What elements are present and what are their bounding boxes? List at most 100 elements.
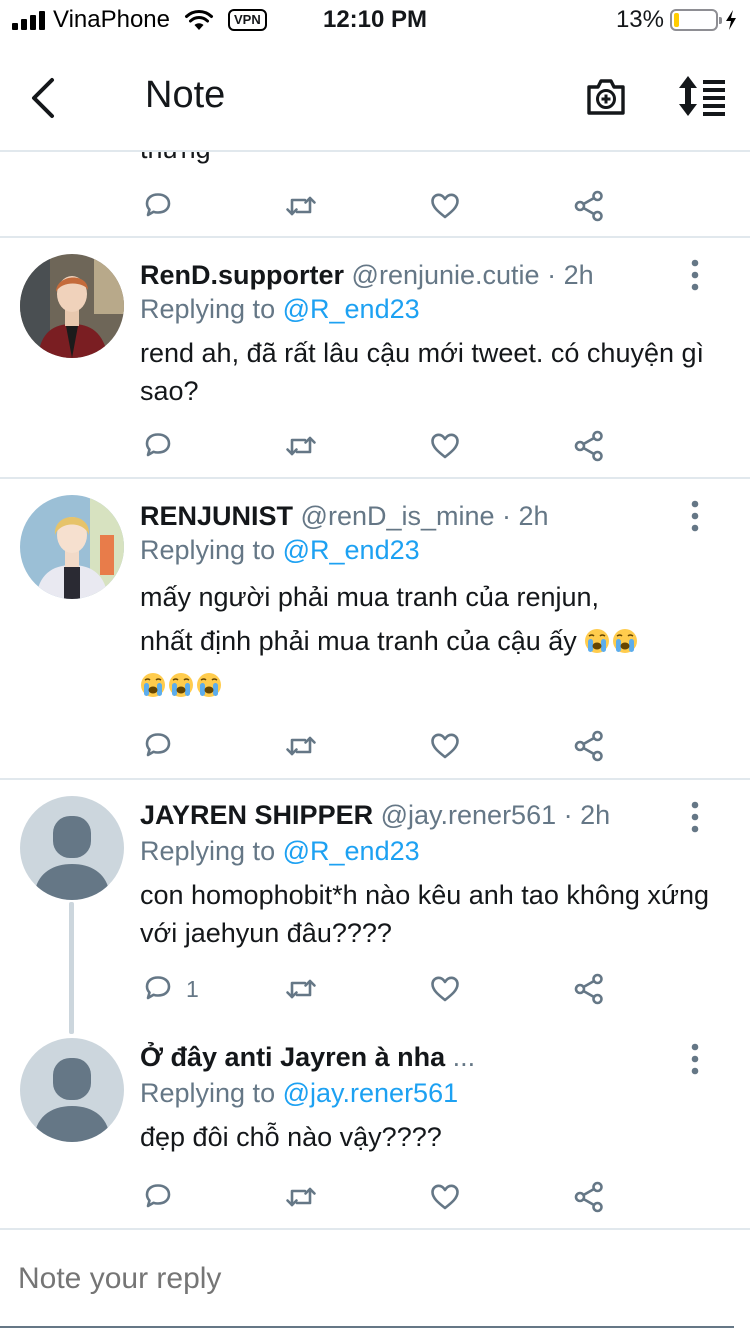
avatar-photo	[20, 495, 124, 599]
retweet-button[interactable]	[283, 969, 319, 1009]
action-bar	[140, 726, 620, 766]
retweet-icon	[283, 428, 319, 464]
user-handle[interactable]: ...	[453, 1042, 476, 1072]
avatar[interactable]	[20, 495, 124, 599]
display-name[interactable]: RenD.supporter	[140, 260, 344, 290]
heart-icon	[427, 188, 463, 224]
nav-bar: Note	[0, 40, 750, 152]
tweet-header: JAYREN SHIPPER @jay.rener561 · 2h	[140, 800, 610, 831]
more-options-icon[interactable]	[689, 1042, 701, 1076]
reply-button[interactable]	[140, 726, 186, 766]
tweet-text-line: nhất định phải mua tranh của cậu ấy	[140, 626, 577, 656]
like-button[interactable]	[427, 969, 463, 1009]
heart-icon	[427, 728, 463, 764]
more-options-icon[interactable]	[689, 800, 701, 834]
action-bar	[140, 426, 620, 466]
avatar-photo	[20, 254, 124, 358]
sort-list-icon[interactable]	[676, 74, 726, 118]
replying-to: Replying to @R_end23	[140, 535, 420, 566]
battery-percent: 13%	[615, 6, 664, 33]
crying-face-icon	[612, 628, 638, 654]
user-handle[interactable]: @jay.rener561	[381, 800, 557, 830]
mention-link[interactable]: @R_end23	[283, 294, 420, 324]
share-icon	[571, 971, 607, 1007]
share-button[interactable]	[571, 969, 607, 1009]
retweet-icon	[283, 1179, 319, 1215]
display-name[interactable]: JAYREN SHIPPER	[140, 800, 373, 830]
action-bar	[140, 186, 620, 226]
tweet-header: RENJUNIST @renD_is_mine · 2h	[140, 501, 549, 532]
tweet-text-line-with-emoji: nhất định phải mua tranh của cậu ấy	[140, 619, 710, 663]
replying-to-prefix: Replying to	[140, 535, 276, 565]
tweet-header: Ở đây anti Jayren à nha ...	[140, 1042, 475, 1073]
reply-input[interactable]	[18, 1262, 718, 1296]
retweet-icon	[283, 188, 319, 224]
replying-to: Replying to @R_end23	[140, 836, 420, 867]
timestamp: · 2h	[502, 501, 549, 531]
retweet-icon	[283, 728, 319, 764]
mention-link[interactable]: @jay.rener561	[283, 1078, 459, 1108]
replying-to-prefix: Replying to	[140, 294, 276, 324]
back-chevron-icon[interactable]	[26, 76, 60, 120]
reply-icon	[140, 1179, 176, 1215]
like-button[interactable]	[427, 186, 463, 226]
default-avatar-icon	[20, 1038, 124, 1142]
compose-bar	[0, 1228, 750, 1334]
display-name[interactable]: Ở đây anti Jayren à nha	[140, 1042, 445, 1072]
reply-button[interactable]	[140, 426, 186, 466]
like-button[interactable]	[427, 426, 463, 466]
share-button[interactable]	[571, 426, 607, 466]
share-button[interactable]	[571, 1177, 607, 1217]
crying-face-icon	[168, 672, 194, 698]
replying-to-prefix: Replying to	[140, 836, 276, 866]
avatar[interactable]	[20, 254, 124, 358]
retweet-button[interactable]	[283, 726, 319, 766]
crying-face-icon	[140, 672, 166, 698]
reply-feed[interactable]: thứng RenD.supporter @renjunie.cutie · 2…	[0, 152, 750, 1228]
avatar[interactable]	[20, 796, 124, 900]
page-title: Note	[145, 74, 226, 116]
default-avatar-icon	[20, 796, 124, 900]
crying-face-icon	[584, 628, 610, 654]
share-button[interactable]	[571, 726, 607, 766]
mention-link[interactable]: @R_end23	[283, 535, 420, 565]
heart-icon	[427, 428, 463, 464]
replying-to: Replying to @R_end23	[140, 294, 420, 325]
reply-icon	[140, 728, 176, 764]
tweet-text-line: mấy người phải mua tranh của renjun,	[140, 582, 600, 612]
heart-icon	[427, 971, 463, 1007]
display-name[interactable]: RENJUNIST	[140, 501, 293, 531]
reply-button[interactable]	[140, 186, 176, 226]
tweet-text: đẹp đôi chỗ nào vậy????	[140, 1122, 442, 1152]
retweet-icon	[283, 971, 319, 1007]
reply-button[interactable]: 1	[140, 969, 199, 1009]
replying-to-prefix: Replying to	[140, 1078, 276, 1108]
reply-icon	[140, 188, 176, 224]
reply-button[interactable]	[140, 1177, 186, 1217]
retweet-button[interactable]	[283, 186, 319, 226]
input-underline	[0, 1326, 734, 1328]
like-button[interactable]	[427, 726, 463, 766]
timestamp: · 2h	[563, 800, 611, 830]
mention-link[interactable]: @R_end23	[283, 836, 420, 866]
charging-bolt-icon	[726, 10, 736, 30]
partial-tweet-text: thứng	[140, 152, 211, 165]
like-button[interactable]	[427, 1177, 463, 1217]
user-handle[interactable]: @renjunie.cutie	[352, 260, 540, 290]
retweet-button[interactable]	[283, 426, 319, 466]
user-handle[interactable]: @renD_is_mine	[301, 501, 495, 531]
retweet-button[interactable]	[283, 1177, 319, 1217]
divider	[0, 236, 750, 238]
battery-icon	[670, 9, 722, 31]
camera-plus-icon[interactable]	[584, 74, 628, 118]
tweet-text: rend ah, đã rất lâu cậu mới tweet. có ch…	[140, 338, 705, 406]
share-icon	[571, 428, 607, 464]
thread-connector	[69, 902, 74, 1034]
action-bar: 1	[140, 969, 620, 1009]
action-bar	[140, 1177, 620, 1217]
share-icon	[571, 1179, 607, 1215]
share-button[interactable]	[571, 186, 607, 226]
more-options-icon[interactable]	[689, 258, 701, 292]
avatar[interactable]	[20, 1038, 124, 1142]
more-options-icon[interactable]	[689, 499, 701, 533]
